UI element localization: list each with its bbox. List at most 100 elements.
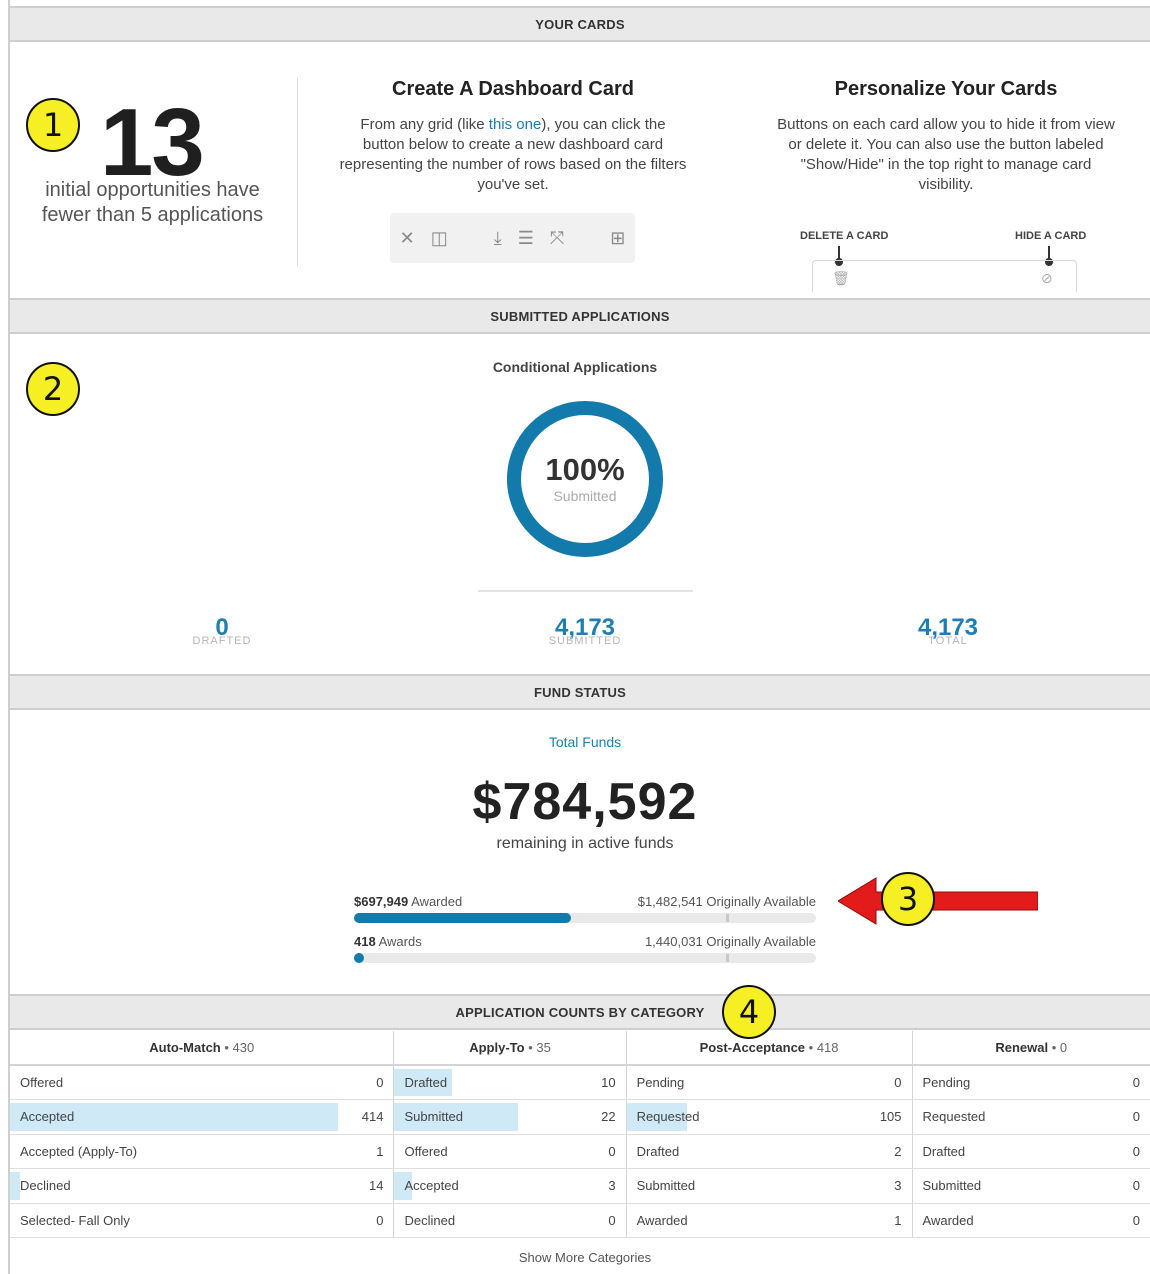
close-icon: ✕ [399, 227, 415, 248]
hide-card-label: HIDE A CARD [1015, 230, 1087, 242]
category-cell-count: 0 [1120, 1134, 1150, 1169]
delete-card-label: DELETE A CARD [800, 230, 889, 242]
stat-drafted-label: DRAFTED [192, 635, 252, 647]
category-cell-count: 0 [1120, 1168, 1150, 1204]
category-header-apply-to: Apply-To • 35 [393, 1031, 627, 1066]
section-header-submitted-applications: SUBMITTED APPLICATIONS [10, 298, 1150, 334]
category-cell-label[interactable]: Awarded [912, 1203, 1120, 1238]
section-header-your-cards: YOUR CARDS [10, 6, 1150, 42]
category-cell-count: 0 [351, 1065, 395, 1100]
stat-total: 4,173 TOTAL [848, 615, 1048, 648]
table-row: Declined 14 Accepted 3 Submitted 3 Submitted 0 [10, 1168, 1150, 1204]
category-header-post-acceptance: Post-Acceptance • 418 [626, 1031, 913, 1066]
category-cell-count: 10 [591, 1065, 627, 1100]
category-cell-count: 0 [591, 1203, 627, 1238]
stat-drafted: 0 DRAFTED [122, 615, 322, 648]
create-card-panel: Create A Dashboard Card From any grid (l… [338, 78, 688, 195]
card-divider [297, 78, 298, 266]
total-funds-label[interactable]: Total Funds [0, 734, 1150, 750]
category-cell-count: 105 [869, 1099, 913, 1135]
create-card-text: From any grid (like this one), you can c… [339, 116, 687, 193]
table-row: Selected- Fall Only 0 Declined 0 Awarded 1 Awa… [10, 1203, 1150, 1238]
category-cell-label[interactable]: Submitted [626, 1168, 870, 1204]
stat-submitted-label: SUBMITTED [548, 635, 622, 647]
donut-percent: 100% [545, 452, 625, 487]
category-cell-count: 14 [351, 1168, 395, 1204]
total-funds-value: $784,592 [472, 773, 698, 831]
trash-icon[interactable]: 🗑 [832, 270, 850, 287]
red-arrow-annotation [838, 877, 1038, 925]
awarded-amount-label: $697,949 Awarded [354, 894, 463, 909]
example-card-outline [812, 260, 1077, 292]
category-cell-count: 0 [351, 1203, 395, 1238]
category-cell-count: 0 [1120, 1203, 1150, 1238]
category-cell-count: 0 [869, 1065, 913, 1100]
category-cell-label[interactable]: Drafted [626, 1134, 870, 1169]
category-cell-label[interactable]: Pending [912, 1065, 1120, 1100]
donut-label: Submitted [553, 488, 617, 504]
category-header-auto-match: Auto-Match • 430 [10, 1031, 395, 1066]
category-cell-label[interactable]: Requested [912, 1099, 1120, 1135]
awarded-amount-fill [354, 913, 572, 923]
stat-submitted: 4,173 SUBMITTED [485, 615, 685, 648]
category-cell-label[interactable]: Offered [10, 1065, 352, 1100]
category-cell-count: 414 [351, 1099, 395, 1135]
personalize-card-title: Personalize Your Cards [834, 78, 1058, 100]
grid-toolbar-example: ✕ ◫ ⤓ ☰ ⤧ ⊞ [390, 213, 635, 263]
category-cell-count: 22 [591, 1099, 627, 1135]
category-counts-table: Auto-Match • 430 Apply-To • 35 Post-Acce… [10, 1031, 1150, 1238]
row-proportion-highlight [10, 1172, 21, 1200]
category-cell-label[interactable]: Accepted [393, 1168, 592, 1204]
category-cell-label[interactable]: Pending [626, 1065, 870, 1100]
category-cell-count: 0 [591, 1134, 627, 1169]
section-header-fund-status: FUND STATUS [10, 674, 1150, 710]
category-cell-label[interactable]: Declined [393, 1203, 592, 1238]
opportunity-caption: initial opportunities have fewer than 5 … [41, 179, 264, 226]
category-cell-label[interactable]: Offered [393, 1134, 592, 1169]
category-cell-count: 1 [869, 1203, 913, 1238]
original-amount-label: $1,482,541 Originally Available [637, 894, 816, 909]
category-cell-label[interactable]: Accepted (Apply-To) [10, 1134, 352, 1169]
section-header-application-counts: APPLICATION COUNTS BY CATEGORY [10, 994, 1150, 1030]
category-cell-label[interactable]: Submitted [393, 1099, 592, 1135]
original-count-label: 1,440,031 Originally Available [644, 934, 816, 949]
category-cell-count: 0 [1120, 1065, 1150, 1100]
category-cell-label[interactable]: Submitted [912, 1168, 1120, 1204]
table-row: Accepted (Apply-To) 1 Offered 0 Drafted 2 Draf… [10, 1134, 1150, 1169]
annotation-badge-3: 3 [881, 872, 935, 926]
stat-total-label: TOTAL [928, 635, 968, 647]
category-header-renewal: Renewal • 0 [912, 1031, 1150, 1066]
category-cell-count: 2 [869, 1134, 913, 1169]
conditional-applications-title: Conditional Applications [492, 359, 658, 375]
awards-count-track [354, 953, 816, 963]
awards-count-fill [354, 953, 364, 963]
category-cell-label[interactable]: Accepted [10, 1099, 352, 1135]
eye-slash-icon[interactable]: ⊘ [1041, 270, 1053, 287]
category-cell-count: 3 [591, 1168, 627, 1204]
category-cell-label[interactable]: Drafted [393, 1065, 592, 1100]
category-cell-label[interactable]: Requested [626, 1099, 870, 1135]
personalize-card-panel: Personalize Your Cards Buttons on each c… [772, 78, 1120, 195]
create-card-title: Create A Dashboard Card [392, 78, 634, 100]
this-one-link[interactable]: this one [489, 116, 542, 133]
table-row: Accepted 414 Submitted 22 Requested 105 Reques… [10, 1099, 1150, 1135]
category-cell-count: 1 [351, 1134, 395, 1169]
columns-icon: ◫ [430, 227, 448, 248]
awards-count-marker [726, 954, 729, 962]
show-more-categories-link[interactable]: Show More Categories [0, 1250, 1150, 1265]
expand-icon: ⤧ [549, 227, 565, 248]
category-cell-label[interactable]: Declined [10, 1168, 352, 1204]
list-icon: ☰ [517, 227, 534, 248]
category-cell-label[interactable]: Selected- Fall Only [10, 1203, 352, 1238]
category-cell-label[interactable]: Awarded [626, 1203, 870, 1238]
awards-count-label: 418 Awards [354, 934, 422, 949]
awarded-amount-track [354, 913, 816, 923]
category-cell-count: 0 [1120, 1099, 1150, 1135]
category-cell-label[interactable]: Drafted [912, 1134, 1120, 1169]
annotation-badge-1: 1 [26, 98, 80, 152]
donut-divider [478, 590, 693, 592]
category-cell-count: 3 [869, 1168, 913, 1204]
personalize-card-text: Buttons on each card allow you to hide i… [777, 116, 1115, 193]
awarded-amount-marker [726, 914, 729, 922]
dashboard-card-icon[interactable]: ⊞ [610, 228, 625, 249]
